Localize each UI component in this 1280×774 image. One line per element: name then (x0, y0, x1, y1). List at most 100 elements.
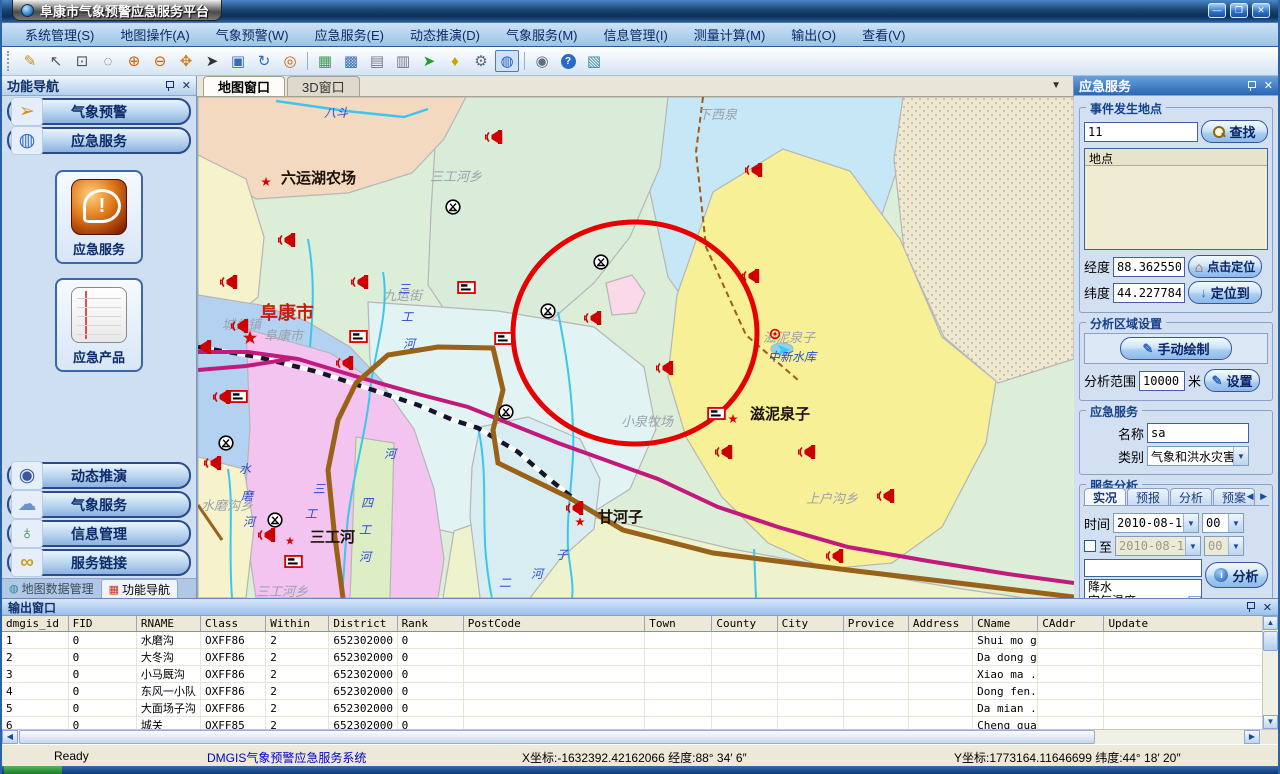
column-header[interactable]: Update (1104, 616, 1264, 632)
hour-select[interactable]: 00 ▼ (1202, 513, 1244, 533)
list-item[interactable]: 空气温度 (1085, 594, 1201, 598)
nav-section-bottom-3[interactable]: ∞服务链接 (7, 549, 191, 576)
table-row[interactable]: 20大冬沟OXFF8626523020000Da dong gou (2, 649, 1264, 666)
table-row[interactable]: 10水磨沟OXFF8626523020000Shui mo gou (2, 632, 1264, 649)
nav-tab-0[interactable]: ◍地图数据管理 (2, 579, 101, 598)
nav-section-bottom-2[interactable]: ♁信息管理 (7, 520, 191, 547)
pan-icon[interactable]: ✥ (174, 50, 198, 72)
measure-icon[interactable]: ✎ (18, 50, 42, 72)
pointer-green-icon[interactable]: ➤ (417, 50, 441, 72)
column-header[interactable]: Provice (843, 616, 908, 632)
column-header[interactable]: Rank (397, 616, 463, 632)
settings-icon[interactable]: ⚙ (469, 50, 493, 72)
emergency-product-button[interactable]: 应急产品 (55, 278, 143, 372)
table-row[interactable]: 30小马厩沟OXFF8626523020000Xiao ma ... (2, 666, 1264, 683)
scroll-right-icon[interactable]: ▶ (1244, 730, 1260, 744)
scroll-up-icon[interactable]: ▲ (1189, 596, 1201, 598)
zoom-out-icon[interactable]: ⊖ (148, 50, 172, 72)
print-preview-icon[interactable]: ▥ (391, 50, 415, 72)
map-tab-0[interactable]: 地图窗口 (203, 76, 285, 96)
menu-item-4[interactable]: 动态推演(D) (397, 25, 493, 44)
column-header[interactable]: dmgis_id (2, 616, 68, 632)
lat-input[interactable] (1113, 283, 1185, 303)
nav-section-1[interactable]: ◍应急服务 (7, 127, 191, 154)
pin-marker-icon[interactable]: ♦ (443, 50, 467, 72)
table-horizontal-scrollbar[interactable]: ◀ ▶ (2, 729, 1278, 744)
menu-item-9[interactable]: 查看(V) (849, 25, 918, 44)
scroll-left-icon[interactable]: ◀ (2, 730, 18, 744)
pin-icon[interactable] (1245, 601, 1255, 613)
service-name-input[interactable] (1147, 423, 1249, 443)
identify-icon[interactable]: ◎ (278, 50, 302, 72)
analysis-tab-0[interactable]: 实况 (1084, 488, 1126, 505)
scroll-up-icon[interactable]: ▲ (1263, 616, 1278, 630)
scroll-down-icon[interactable]: ▼ (1263, 715, 1278, 729)
menu-item-7[interactable]: 测量计算(M) (681, 25, 779, 44)
set-range-button[interactable]: ✎ 设置 (1204, 369, 1260, 392)
image-icon[interactable]: ▧ (582, 50, 606, 72)
analyze-button[interactable]: i 分析 (1205, 562, 1268, 588)
locate-to-button[interactable]: ↓ 定位到 (1188, 281, 1262, 304)
eye-icon[interactable]: ◉ (530, 50, 554, 72)
menu-item-2[interactable]: 气象预警(W) (203, 25, 302, 44)
location-search-input[interactable] (1084, 122, 1198, 142)
table-vertical-scrollbar[interactable]: ▲ ▼ (1262, 616, 1278, 729)
to-checkbox[interactable] (1084, 540, 1096, 552)
date-select[interactable]: 2010-08-13 ▼ (1113, 513, 1199, 533)
column-header[interactable]: FID (68, 616, 136, 632)
locate-click-button[interactable]: ⌂ 点击定位 (1188, 255, 1262, 278)
globe-icon[interactable]: ◍ (495, 50, 519, 72)
scroll-thumb[interactable] (1263, 631, 1278, 651)
range-input[interactable] (1139, 371, 1185, 391)
menu-item-6[interactable]: 信息管理(I) (591, 25, 681, 44)
menu-item-5[interactable]: 气象服务(M) (493, 25, 591, 44)
manual-draw-button[interactable]: ✎ 手动绘制 (1120, 337, 1232, 360)
menu-item-0[interactable]: 系统管理(S) (12, 25, 107, 44)
nav-tab-1[interactable]: ▦功能导航 (101, 579, 178, 598)
map-canvas[interactable]: 六运湖农场三工河乡下西泉八斗九运街阜康市城关镇阜康市三工河水磨沟乡三工河乡滋泥泉… (197, 97, 1073, 598)
emergency-service-button[interactable]: 应急服务 (55, 170, 143, 264)
help-icon[interactable]: ? (556, 50, 580, 72)
search-button[interactable]: 查找 (1201, 120, 1268, 143)
map-svg[interactable]: 六运湖农场三工河乡下西泉八斗九运街阜康市城关镇阜康市三工河水磨沟乡三工河乡滋泥泉… (198, 97, 1074, 598)
chevron-down-icon[interactable]: ▼ (1183, 514, 1198, 532)
map-tab-1[interactable]: 3D窗口 (287, 76, 360, 96)
restore-button[interactable]: ❐ (1230, 3, 1248, 18)
column-header[interactable]: CName (973, 616, 1038, 632)
select-arrow-icon[interactable]: ↖ (44, 50, 68, 72)
zoom-in-icon[interactable]: ⊕ (122, 50, 146, 72)
list-item[interactable]: 降水 (1085, 580, 1201, 594)
column-header[interactable]: Town (645, 616, 712, 632)
column-header[interactable]: Within (266, 616, 329, 632)
element-list[interactable]: 降水空气温度 ▲ (1084, 579, 1202, 598)
column-header[interactable]: City (777, 616, 843, 632)
column-header[interactable]: Class (201, 616, 266, 632)
column-header[interactable]: District (329, 616, 397, 632)
close-icon[interactable]: ✕ (182, 79, 191, 92)
analysis-tab-1[interactable]: 预报 (1127, 488, 1169, 505)
layers-icon[interactable]: ▦ (313, 50, 337, 72)
column-header[interactable]: County (712, 616, 777, 632)
full-extent-icon[interactable]: ▣ (226, 50, 250, 72)
analysis-tab-2[interactable]: 分析 (1170, 488, 1212, 505)
table-row[interactable]: 60城关OXFF8526523020000Cheng guan (2, 717, 1264, 730)
nav-section-0[interactable]: ➢气象预警 (7, 98, 191, 125)
column-header[interactable]: PostCode (463, 616, 645, 632)
location-result-list[interactable]: 地点 (1084, 148, 1268, 250)
close-icon[interactable]: ✕ (1264, 79, 1273, 92)
list-scrollbar[interactable]: ▲ (1188, 596, 1201, 598)
service-type-select[interactable]: 气象和洪水灾害 ▼ (1147, 446, 1249, 466)
toolbar-grip[interactable] (7, 51, 12, 71)
menu-item-3[interactable]: 应急服务(E) (302, 25, 397, 44)
column-header[interactable]: RNAME (136, 616, 200, 632)
close-button[interactable]: ✕ (1252, 3, 1270, 18)
menu-item-8[interactable]: 输出(O) (778, 25, 849, 44)
refresh-icon[interactable]: ↻ (252, 50, 276, 72)
scroll-thumb[interactable] (19, 730, 1095, 744)
column-header[interactable]: Address (908, 616, 972, 632)
menu-item-1[interactable]: 地图操作(A) (107, 25, 202, 44)
select-rect-icon[interactable]: ⊡ (70, 50, 94, 72)
tab-scroll-arrows[interactable]: ◀ ▶ (1247, 491, 1269, 502)
table-row[interactable]: 40东风一小队OXFF8626523020000Dong fen... (2, 683, 1264, 700)
print-icon[interactable]: ▤ (365, 50, 389, 72)
